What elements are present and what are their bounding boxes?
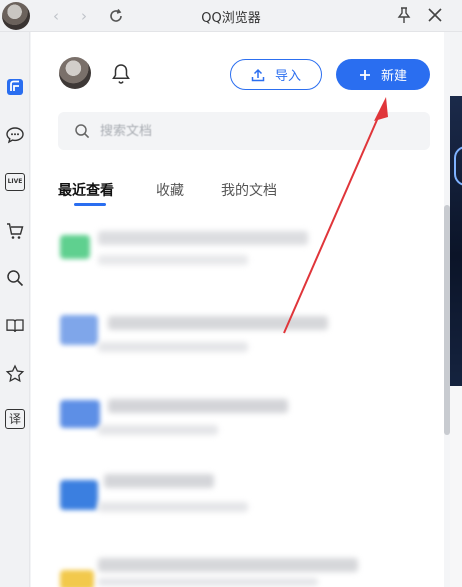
- tab-favorites[interactable]: 收藏: [156, 180, 184, 200]
- bell-icon[interactable]: [111, 63, 131, 85]
- list-item[interactable]: [52, 225, 444, 285]
- search-bar[interactable]: [58, 112, 430, 150]
- live-icon[interactable]: LIVE: [5, 173, 25, 191]
- import-label: 导入: [274, 69, 301, 84]
- background-window: [450, 96, 462, 386]
- new-label: 新建: [380, 69, 407, 84]
- pin-icon[interactable]: [395, 6, 413, 24]
- list-item[interactable]: [52, 310, 444, 370]
- star-icon[interactable]: [5, 364, 25, 384]
- window-title: QQ浏览器: [201, 11, 261, 26]
- plus-icon: [359, 69, 370, 80]
- cart-icon[interactable]: [5, 221, 25, 241]
- doc-icon: [60, 315, 98, 345]
- new-button[interactable]: 新建: [336, 59, 430, 90]
- doc-icon: [60, 570, 94, 587]
- upload-icon: [251, 68, 265, 81]
- doc-icon: [60, 480, 98, 510]
- search-icon[interactable]: [5, 268, 25, 288]
- tab-my-docs[interactable]: 我的文档: [221, 180, 277, 200]
- docs-icon[interactable]: [5, 77, 25, 97]
- doc-icon: [60, 235, 90, 259]
- user-avatar[interactable]: [59, 57, 91, 89]
- list-item[interactable]: [52, 552, 444, 587]
- background-window-lower: [450, 386, 462, 587]
- list-item[interactable]: [52, 470, 444, 530]
- search-input[interactable]: [100, 123, 380, 139]
- translate-icon[interactable]: 译: [5, 409, 25, 429]
- close-icon[interactable]: [426, 6, 444, 24]
- tab-recent[interactable]: 最近查看: [58, 180, 114, 200]
- import-button[interactable]: 导入: [230, 59, 322, 90]
- title-bar: ‹ › QQ浏览器: [0, 0, 462, 32]
- chat-icon[interactable]: [5, 125, 25, 145]
- active-tab-indicator: [74, 203, 106, 206]
- doc-icon: [60, 400, 100, 428]
- book-icon[interactable]: [5, 316, 25, 336]
- search-icon: [75, 124, 90, 139]
- list-item[interactable]: [52, 395, 444, 455]
- sidebar: LIVE 译: [0, 32, 30, 587]
